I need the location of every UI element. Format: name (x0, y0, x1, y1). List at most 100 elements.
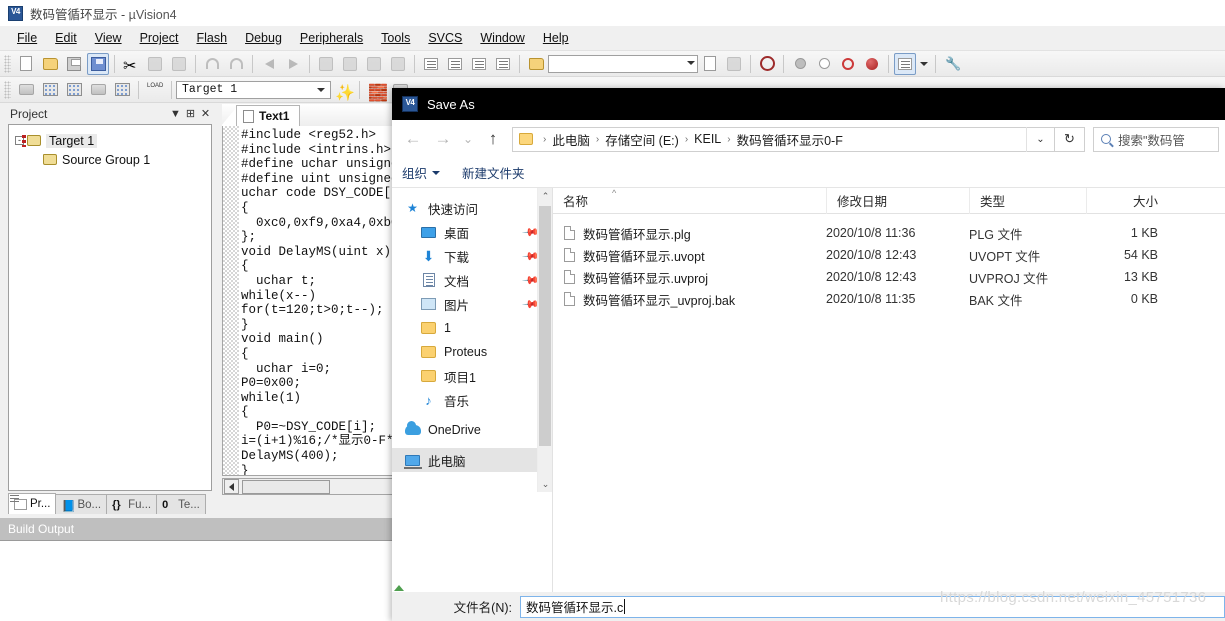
breakpoint-toggle-button[interactable] (813, 53, 835, 75)
copy-button[interactable] (144, 53, 166, 75)
file-name-cell[interactable]: 数码管循环显示.plg (553, 224, 826, 243)
file-name-cell[interactable]: 数码管循环显示_uvproj.bak (553, 290, 826, 309)
recent-locations-button[interactable]: ⌄ (458, 124, 478, 154)
cut-button[interactable]: ✂ (120, 53, 142, 75)
goto-button[interactable] (723, 53, 745, 75)
sidebar-item-project-1[interactable]: 项目1 (392, 364, 552, 388)
new-file-button[interactable] (15, 53, 37, 75)
indent-button[interactable] (420, 53, 442, 75)
close-icon[interactable]: ✕ (198, 106, 213, 121)
undo-button[interactable] (201, 53, 223, 75)
stop-build-button[interactable] (111, 79, 133, 101)
breadcrumb-item-3[interactable]: 数码管循环显示0-F (737, 130, 843, 149)
sidebar-item-documents[interactable]: 文档 📌 (392, 268, 552, 292)
comment-button[interactable] (468, 53, 490, 75)
refresh-button[interactable]: ↻ (1055, 126, 1085, 152)
table-row[interactable]: 数码管循环显示_uvproj.bak 2020/10/8 11:35 BAK 文… (553, 288, 1225, 310)
column-header-name[interactable]: 名称 (553, 188, 826, 214)
column-header-date[interactable]: 修改日期 (826, 187, 969, 214)
tab-templates[interactable]: 0 Te... (156, 494, 206, 514)
batch-build-button[interactable] (87, 79, 109, 101)
sidebar-item-downloads[interactable]: ⬇ 下载 📌 (392, 244, 552, 268)
outdent-button[interactable] (444, 53, 466, 75)
uncomment-button[interactable] (492, 53, 514, 75)
search-box[interactable]: 搜索"数码管 (1093, 126, 1219, 152)
menu-view[interactable]: View (86, 28, 131, 48)
scroll-down-button[interactable]: ⌄ (538, 476, 553, 492)
breadcrumb-item-2[interactable]: KEIL (694, 132, 721, 146)
up-one-level-button[interactable]: ↑ (478, 124, 508, 154)
sidebar-item-this-pc[interactable]: 此电脑 (392, 448, 552, 472)
target-selector[interactable]: Target 1 (176, 80, 331, 99)
navigate-back-button[interactable] (258, 53, 280, 75)
new-folder-button[interactable]: 新建文件夹 (462, 163, 525, 182)
organize-button[interactable]: 组织 (402, 163, 441, 182)
rebuild-button[interactable] (63, 79, 85, 101)
menu-file[interactable]: File (8, 28, 46, 48)
menu-edit[interactable]: Edit (46, 28, 86, 48)
scroll-thumb[interactable] (242, 479, 330, 494)
manage-windows-dropdown[interactable] (918, 53, 930, 75)
pin-icon[interactable]: ⊞ (183, 106, 198, 121)
sidebar-scrollbar[interactable]: ⌃ ⌄ (537, 188, 552, 492)
menu-peripherals[interactable]: Peripherals (291, 28, 372, 48)
tab-project[interactable]: Pr... (8, 493, 57, 514)
table-row[interactable]: 数码管循环显示.uvproj 2020/10/8 12:43 UVPROJ 文件… (553, 266, 1225, 288)
chevron-down-icon[interactable]: ▼ (168, 106, 183, 121)
save-all-button[interactable] (87, 52, 109, 75)
configuration-button[interactable]: 🔧 (941, 53, 963, 75)
sidebar-item-desktop[interactable]: 桌面 📌 (392, 220, 552, 244)
breakpoint-disable-button[interactable] (837, 53, 859, 75)
paste-button[interactable] (168, 53, 190, 75)
target-options-button[interactable]: ✨ (332, 79, 355, 102)
address-breadcrumb-bar[interactable]: › 此电脑 › 存储空间 (E:) › KEIL › 数码管循环显示0-F ⌄ (512, 126, 1055, 152)
find-combo[interactable] (548, 54, 698, 73)
sidebar-item-pictures[interactable]: 图片 📌 (392, 292, 552, 316)
back-button[interactable]: ← (398, 124, 428, 154)
manage-components-button[interactable]: 🧱 (365, 79, 388, 102)
open-file-button[interactable] (39, 53, 61, 75)
build-toolbar-grip[interactable] (4, 80, 11, 99)
debug-start-button[interactable] (756, 53, 778, 75)
scroll-left-button[interactable] (224, 479, 239, 494)
find-in-files-button[interactable] (699, 53, 721, 75)
editor-tab-text1[interactable]: Text1 (236, 105, 301, 126)
search-input[interactable]: 搜索"数码管 (1118, 130, 1185, 149)
tab-books[interactable]: 📘 Bo... (55, 494, 108, 514)
address-dropdown-button[interactable]: ⌄ (1026, 126, 1054, 152)
redo-button[interactable] (225, 53, 247, 75)
bookmark-prev-button[interactable] (339, 53, 361, 75)
sidebar-scroll-thumb[interactable] (539, 206, 551, 446)
menu-svcs[interactable]: SVCS (419, 28, 471, 48)
translate-button[interactable] (15, 79, 37, 101)
menu-project[interactable]: Project (131, 28, 188, 48)
download-button[interactable]: LOAD (144, 79, 166, 101)
build-button[interactable] (39, 79, 61, 101)
navigate-forward-button[interactable] (282, 53, 304, 75)
tree-node-source-group[interactable]: Source Group 1 (15, 150, 211, 169)
bookmark-clear-button[interactable] (387, 53, 409, 75)
save-file-button[interactable] (63, 53, 85, 75)
target-selector-arrow[interactable] (314, 84, 328, 97)
menu-help[interactable]: Help (534, 28, 578, 48)
menu-flash[interactable]: Flash (187, 28, 236, 48)
project-tree[interactable]: - Target 1 Source Group 1 (8, 124, 212, 491)
breakpoint-insert-button[interactable] (789, 53, 811, 75)
manage-windows-button[interactable] (894, 52, 916, 75)
sidebar-item-folder-1[interactable]: 1 (392, 316, 552, 340)
sidebar-item-proteus[interactable]: Proteus (392, 340, 552, 364)
breadcrumb-item-1[interactable]: 存储空间 (E:) (605, 130, 679, 149)
tab-functions[interactable]: {} Fu... (106, 494, 158, 514)
sidebar-item-quick-access[interactable]: ★ 快速访问 (392, 196, 552, 220)
bookmark-next-button[interactable] (363, 53, 385, 75)
breadcrumb-item-0[interactable]: 此电脑 (552, 130, 590, 149)
file-name-cell[interactable]: 数码管循环显示.uvproj (553, 268, 826, 287)
forward-button[interactable]: → (428, 124, 458, 154)
table-row[interactable]: 数码管循环显示.uvopt 2020/10/8 12:43 UVOPT 文件 5… (553, 244, 1225, 266)
column-header-size[interactable]: 大小 (1086, 187, 1168, 214)
column-header-type[interactable]: 类型 (969, 187, 1086, 214)
file-name-cell[interactable]: 数码管循环显示.uvopt (553, 246, 826, 265)
toolbar-grip[interactable] (4, 54, 11, 73)
table-row[interactable]: 数码管循环显示.plg 2020/10/8 11:36 PLG 文件 1 KB (553, 222, 1225, 244)
bookmark-toggle-button[interactable] (315, 53, 337, 75)
